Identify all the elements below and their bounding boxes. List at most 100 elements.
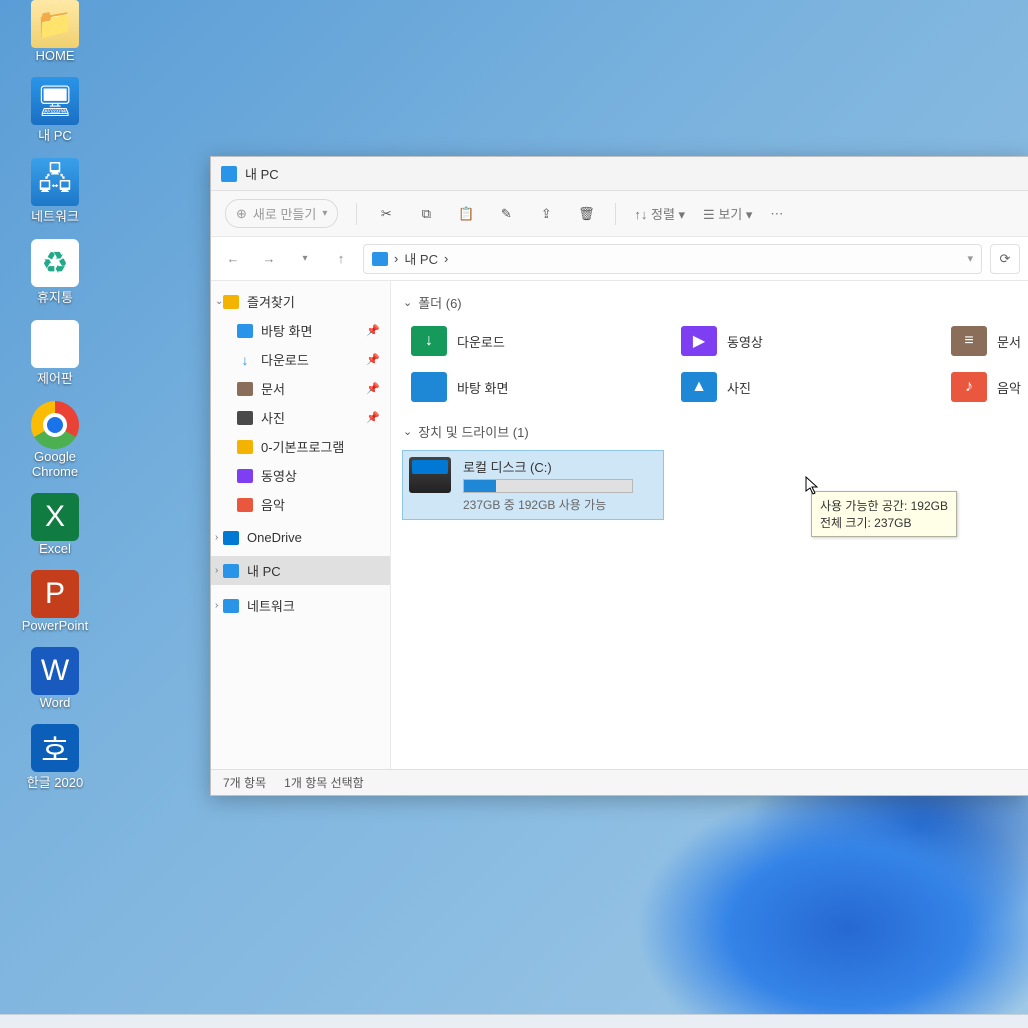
control-icon: ⚙: [31, 320, 79, 368]
sidebar-item[interactable]: ↓다운로드📌: [211, 345, 390, 374]
breadcrumb[interactable]: › 내 PC › ▾: [363, 244, 982, 274]
new-label: 새로 만들기: [253, 204, 316, 223]
cut-button[interactable]: ✂: [375, 203, 397, 225]
chevron-right-icon: ›: [215, 532, 218, 543]
tooltip-line: 사용 가능한 공간: 192GB: [820, 497, 948, 514]
desktop-icon-label: 내 PC: [38, 125, 72, 144]
rename-button[interactable]: ✎: [495, 203, 517, 225]
copy-button[interactable]: ⧉: [415, 203, 437, 225]
divider: [615, 203, 616, 225]
more-button[interactable]: ⋯: [770, 206, 785, 222]
desktop-icon-word[interactable]: WWord: [10, 647, 100, 710]
drives-header[interactable]: ⌄ 장치 및 드라이브 (1): [403, 422, 1016, 441]
desktop-icon-label: Excel: [39, 541, 71, 556]
desktop-icon-label: PowerPoint: [22, 618, 88, 633]
share-button[interactable]: ⇪: [535, 203, 557, 225]
drive-label: 로컬 디스크 (C:): [463, 457, 657, 476]
desktop-icon-label: 휴지통: [37, 287, 73, 306]
paste-button[interactable]: 📋: [455, 203, 477, 225]
chrome-icon: [31, 401, 79, 449]
desktop-icon-chrome[interactable]: Google Chrome: [10, 401, 100, 479]
drive-c[interactable]: 로컬 디스크 (C:) 237GB 중 192GB 사용 가능: [403, 451, 663, 519]
sidebar-network[interactable]: › 네트워크: [211, 591, 390, 620]
sidebar-label: OneDrive: [247, 530, 302, 545]
tooltip-line: 전체 크기: 237GB: [820, 514, 948, 531]
back-button[interactable]: ←: [219, 245, 247, 273]
desktop-icon-hwp[interactable]: 호한글 2020: [10, 724, 100, 791]
folder-item[interactable]: 바탕 화면: [407, 368, 657, 406]
folder-icon: ↓: [237, 352, 253, 368]
titlebar[interactable]: 내 PC: [211, 157, 1028, 191]
crumb-root[interactable]: 내 PC: [404, 249, 438, 268]
desktop-icon-label: Google Chrome: [10, 449, 100, 479]
desktop-icon-label: Word: [40, 695, 71, 710]
recent-button[interactable]: ▾: [291, 245, 319, 273]
folders-header[interactable]: ⌄ 폴더 (6): [403, 293, 1016, 312]
sidebar-item-label: 사진: [261, 408, 285, 427]
new-button[interactable]: ⊕ 새로 만들기 ▾: [225, 199, 338, 228]
sidebar-item-label: 바탕 화면: [261, 321, 312, 340]
taskbar[interactable]: [0, 1014, 1028, 1028]
plus-icon: ⊕: [236, 206, 247, 222]
chevron-down-icon[interactable]: ▾: [967, 252, 973, 265]
folder-item[interactable]: ▶동영상: [677, 322, 927, 360]
folder-icon: [237, 498, 253, 512]
status-selected: 1개 항목 선택함: [284, 774, 364, 791]
sidebar-item[interactable]: 동영상: [211, 461, 390, 490]
ppt-icon: P: [31, 570, 79, 618]
folder-icon: [237, 469, 253, 483]
crumb-sep: ›: [444, 251, 448, 266]
star-icon: [223, 295, 239, 309]
chevron-down-icon: ⌄: [403, 425, 412, 438]
desktop-icon-control[interactable]: ⚙제어판: [10, 320, 100, 387]
folder-label: 바탕 화면: [457, 378, 508, 397]
folder-label: 동영상: [727, 332, 763, 351]
folder-label: 사진: [727, 378, 751, 397]
word-icon: W: [31, 647, 79, 695]
desktop-icon-label: 네트워크: [31, 206, 79, 225]
folder-icon: [237, 324, 253, 338]
folder-label: 문서: [997, 332, 1021, 351]
folder-item[interactable]: ≡문서: [947, 322, 1028, 360]
sidebar-item[interactable]: 0-기본프로그램: [211, 432, 390, 461]
sidebar-quick-access[interactable]: ⌄ 즐겨찾기: [211, 287, 390, 316]
desktop-icon-thispc[interactable]: 🖥내 PC: [10, 77, 100, 144]
desktop-icon-label: HOME: [36, 48, 75, 63]
sidebar-onedrive[interactable]: › OneDrive: [211, 525, 390, 550]
crumb-sep: ›: [394, 251, 398, 266]
refresh-button[interactable]: ⟳: [990, 244, 1020, 274]
sidebar-item[interactable]: 음악: [211, 490, 390, 519]
sidebar-item[interactable]: 사진📌: [211, 403, 390, 432]
sidebar-thispc[interactable]: › 내 PC: [211, 556, 390, 585]
desktop-icon-label: 제어판: [37, 368, 73, 387]
drive-usage-bar: [463, 479, 633, 493]
divider: [356, 203, 357, 225]
up-button[interactable]: ↑: [327, 245, 355, 273]
desktop-icon-home[interactable]: 📁HOME: [10, 0, 100, 63]
folder-label: 다운로드: [457, 332, 505, 351]
forward-button[interactable]: →: [255, 245, 283, 273]
folder-item[interactable]: ▲사진: [677, 368, 927, 406]
sort-button[interactable]: ↑↓ 정렬 ▾: [634, 204, 685, 223]
folder-item[interactable]: ♪음악: [947, 368, 1028, 406]
sidebar-item[interactable]: 바탕 화면📌: [211, 316, 390, 345]
folder-icon: ♪: [951, 372, 987, 402]
desktop-icon-ppt[interactable]: PPowerPoint: [10, 570, 100, 633]
desktop-icon-network[interactable]: 🖧네트워크: [10, 158, 100, 225]
thispc-icon: [372, 252, 388, 266]
tooltip: 사용 가능한 공간: 192GB 전체 크기: 237GB: [811, 491, 957, 537]
sidebar-item-label: 문서: [261, 379, 285, 398]
delete-button[interactable]: 🗑: [575, 203, 597, 225]
sidebar-label: 즐겨찾기: [247, 292, 295, 311]
window-title: 내 PC: [245, 164, 279, 183]
network-icon: 🖧: [31, 158, 79, 206]
drive-icon: [409, 457, 451, 493]
folder-item[interactable]: ↓다운로드: [407, 322, 657, 360]
home-icon: 📁: [31, 0, 79, 48]
sidebar: ⌄ 즐겨찾기 바탕 화면📌↓다운로드📌문서📌사진📌0-기본프로그램동영상음악 ›…: [211, 281, 391, 769]
main-pane: ⌄ 폴더 (6) ↓다운로드 ▶동영상 ≡문서바탕 화면 ▲사진 ♪음악 ⌄ 장치 및 …: [391, 281, 1028, 769]
desktop-icon-excel[interactable]: XExcel: [10, 493, 100, 556]
sidebar-item[interactable]: 문서📌: [211, 374, 390, 403]
view-button[interactable]: ☰ 보기 ▾: [703, 204, 752, 223]
desktop-icon-recycle[interactable]: ♻휴지통: [10, 239, 100, 306]
